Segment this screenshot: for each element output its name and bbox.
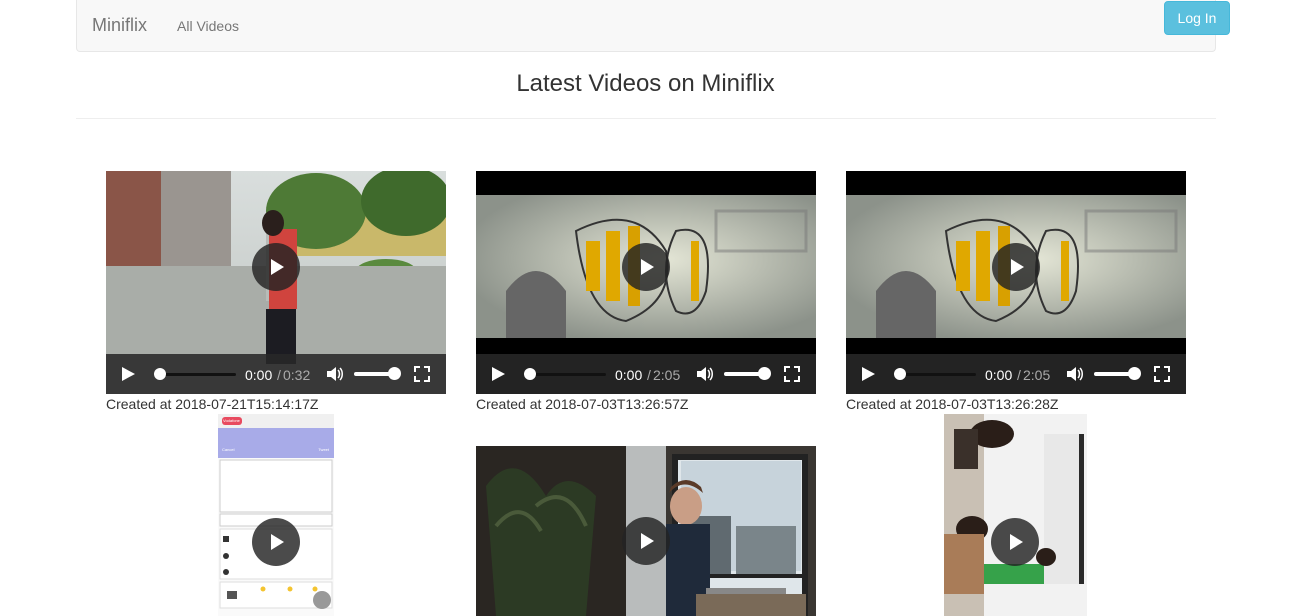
player-controls: 0:00 / 0:32 [106, 354, 446, 394]
video-player-6[interactable] [944, 414, 1087, 616]
big-play-button[interactable] [622, 243, 670, 291]
title-divider [76, 118, 1216, 119]
big-play-button[interactable] [622, 517, 670, 565]
big-play-button[interactable] [991, 518, 1039, 566]
duration: 0:32 [283, 367, 311, 383]
time-separator: / [647, 367, 651, 383]
volume-icon[interactable] [696, 366, 714, 382]
fullscreen-icon[interactable] [1154, 366, 1170, 382]
play-icon[interactable] [862, 367, 875, 381]
video-player-2[interactable]: 0:00 / 2:05 [476, 171, 816, 394]
video-player-4[interactable]: Vodafone Cancel Tweet [218, 414, 334, 616]
video-player-3[interactable]: 0:00 / 2:05 [846, 171, 1186, 394]
top-navbar: Miniflix All Videos [76, 0, 1216, 52]
duration: 2:05 [1023, 367, 1051, 383]
video-card-6 [944, 414, 1087, 616]
video-frame-phone-screen [218, 414, 334, 616]
seek-bar[interactable] [898, 373, 976, 376]
fullscreen-icon[interactable] [784, 366, 800, 382]
video-card-4: Vodafone Cancel Tweet [218, 414, 334, 616]
fullscreen-icon[interactable] [414, 366, 430, 382]
big-play-button[interactable] [992, 243, 1040, 291]
seek-bar[interactable] [158, 373, 236, 376]
seek-handle[interactable] [524, 368, 536, 380]
volume-handle[interactable] [758, 367, 771, 380]
video-card-1: 0:00 / 0:32 Created at 2018-07-21T15:14:… [106, 171, 446, 416]
volume-icon[interactable] [326, 366, 344, 382]
phone-status-text: Vodafone [223, 418, 240, 423]
duration: 2:05 [653, 367, 681, 383]
player-controls: 0:00 / 2:05 [476, 354, 816, 394]
seek-handle[interactable] [894, 368, 906, 380]
video-frame-rotated-room [944, 414, 1087, 616]
phone-header-left: Cancel [222, 447, 235, 452]
phone-header-right: Tweet [318, 447, 329, 452]
time-separator: / [277, 367, 281, 383]
video-card-5 [476, 446, 816, 616]
time-separator: / [1017, 367, 1021, 383]
current-time: 0:00 [615, 367, 643, 383]
big-play-button[interactable] [252, 243, 300, 291]
big-play-button[interactable] [252, 518, 300, 566]
created-timestamp: Created at 2018-07-03T13:26:28Z [846, 396, 1059, 412]
nav-all-videos[interactable]: All Videos [177, 18, 239, 34]
current-time: 0:00 [245, 367, 273, 383]
volume-icon[interactable] [1066, 366, 1084, 382]
login-button[interactable]: Log In [1164, 1, 1230, 35]
video-card-2: 0:00 / 2:05 Created at 2018-07-03T13:26:… [476, 171, 816, 416]
current-time: 0:00 [985, 367, 1013, 383]
brand-link[interactable]: Miniflix [92, 15, 147, 36]
seek-bar[interactable] [528, 373, 606, 376]
page-title: Latest Videos on Miniflix [516, 70, 775, 97]
created-timestamp: Created at 2018-07-21T15:14:17Z [106, 396, 319, 412]
video-player-5[interactable] [476, 446, 816, 616]
player-controls: 0:00 / 2:05 [846, 354, 1186, 394]
created-timestamp: Created at 2018-07-03T13:26:57Z [476, 396, 689, 412]
play-icon[interactable] [122, 367, 135, 381]
video-player-1[interactable]: 0:00 / 0:32 [106, 171, 446, 394]
volume-handle[interactable] [1128, 367, 1141, 380]
play-icon[interactable] [492, 367, 505, 381]
volume-handle[interactable] [388, 367, 401, 380]
seek-handle[interactable] [154, 368, 166, 380]
video-card-3: 0:00 / 2:05 Created at 2018-07-03T13:26:… [846, 171, 1186, 416]
